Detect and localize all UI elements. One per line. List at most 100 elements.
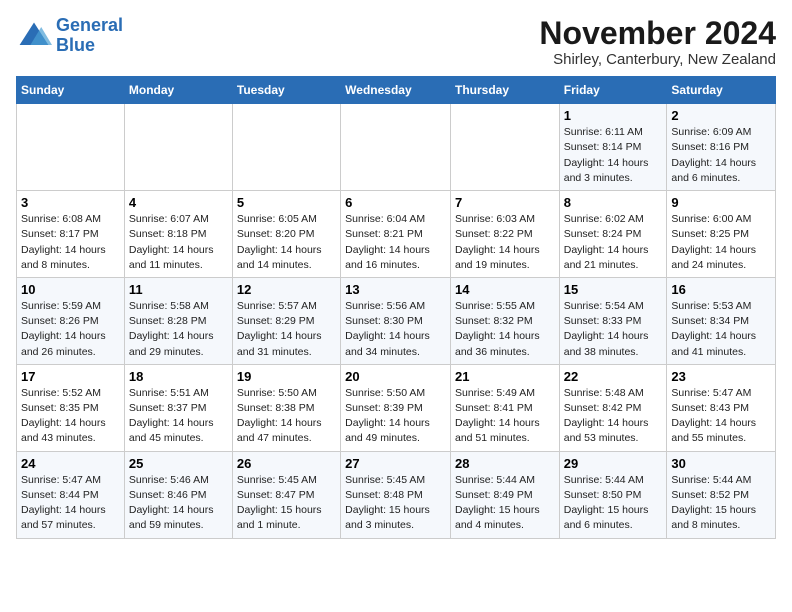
day-cell: 15 Sunrise: 5:54 AM Sunset: 8:33 PM Dayli… <box>559 277 667 364</box>
calendar-header: SundayMondayTuesdayWednesdayThursdayFrid… <box>17 77 776 104</box>
week-row-3: 10 Sunrise: 5:59 AM Sunset: 8:26 PM Dayli… <box>17 277 776 364</box>
day-number: 3 <box>21 195 120 210</box>
day-cell: 21 Sunrise: 5:49 AM Sunset: 8:41 PM Dayli… <box>450 364 559 451</box>
header-cell-friday: Friday <box>559 77 667 104</box>
day-info: Sunrise: 5:48 AM Sunset: 8:42 PM Dayligh… <box>564 386 663 447</box>
day-info: Sunrise: 6:11 AM Sunset: 8:14 PM Dayligh… <box>564 125 663 186</box>
day-number: 2 <box>671 108 771 123</box>
header-cell-thursday: Thursday <box>450 77 559 104</box>
header-row: SundayMondayTuesdayWednesdayThursdayFrid… <box>17 77 776 104</box>
day-number: 16 <box>671 282 771 297</box>
day-cell <box>232 104 340 191</box>
week-row-5: 24 Sunrise: 5:47 AM Sunset: 8:44 PM Dayli… <box>17 451 776 538</box>
title-block: November 2024 Shirley, Canterbury, New Z… <box>539 16 776 68</box>
day-cell: 5 Sunrise: 6:05 AM Sunset: 8:20 PM Daylig… <box>232 191 340 278</box>
day-info: Sunrise: 5:50 AM Sunset: 8:39 PM Dayligh… <box>345 386 446 447</box>
day-cell: 3 Sunrise: 6:08 AM Sunset: 8:17 PM Daylig… <box>17 191 125 278</box>
day-number: 9 <box>671 195 771 210</box>
main-title: November 2024 <box>539 16 776 51</box>
day-info: Sunrise: 5:50 AM Sunset: 8:38 PM Dayligh… <box>237 386 336 447</box>
day-number: 12 <box>237 282 336 297</box>
day-number: 24 <box>21 456 120 471</box>
day-info: Sunrise: 5:47 AM Sunset: 8:43 PM Dayligh… <box>671 386 771 447</box>
day-info: Sunrise: 5:58 AM Sunset: 8:28 PM Dayligh… <box>129 299 228 360</box>
day-cell <box>341 104 451 191</box>
day-info: Sunrise: 5:45 AM Sunset: 8:47 PM Dayligh… <box>237 473 336 534</box>
day-cell: 1Sunrise: 6:11 AM Sunset: 8:14 PM Daylig… <box>559 104 667 191</box>
day-number: 11 <box>129 282 228 297</box>
day-info: Sunrise: 6:07 AM Sunset: 8:18 PM Dayligh… <box>129 212 228 273</box>
day-info: Sunrise: 6:05 AM Sunset: 8:20 PM Dayligh… <box>237 212 336 273</box>
day-number: 7 <box>455 195 555 210</box>
day-cell: 2 Sunrise: 6:09 AM Sunset: 8:16 PM Daylig… <box>667 104 776 191</box>
day-cell: 13 Sunrise: 5:56 AM Sunset: 8:30 PM Dayli… <box>341 277 451 364</box>
day-number: 13 <box>345 282 446 297</box>
header-cell-tuesday: Tuesday <box>232 77 340 104</box>
day-number: 5 <box>237 195 336 210</box>
calendar-body: 1Sunrise: 6:11 AM Sunset: 8:14 PM Daylig… <box>17 104 776 538</box>
day-number: 15 <box>564 282 663 297</box>
day-info: Sunrise: 5:46 AM Sunset: 8:46 PM Dayligh… <box>129 473 228 534</box>
day-info: Sunrise: 5:57 AM Sunset: 8:29 PM Dayligh… <box>237 299 336 360</box>
day-info: Sunrise: 6:08 AM Sunset: 8:17 PM Dayligh… <box>21 212 120 273</box>
day-info: Sunrise: 5:45 AM Sunset: 8:48 PM Dayligh… <box>345 473 446 534</box>
day-number: 30 <box>671 456 771 471</box>
day-cell: 19 Sunrise: 5:50 AM Sunset: 8:38 PM Dayli… <box>232 364 340 451</box>
day-cell: 14 Sunrise: 5:55 AM Sunset: 8:32 PM Dayli… <box>450 277 559 364</box>
day-cell: 11 Sunrise: 5:58 AM Sunset: 8:28 PM Dayli… <box>124 277 232 364</box>
header-cell-monday: Monday <box>124 77 232 104</box>
day-info: Sunrise: 5:59 AM Sunset: 8:26 PM Dayligh… <box>21 299 120 360</box>
logo-line2: Blue <box>56 35 95 55</box>
day-info: Sunrise: 5:53 AM Sunset: 8:34 PM Dayligh… <box>671 299 771 360</box>
day-number: 22 <box>564 369 663 384</box>
day-cell: 7 Sunrise: 6:03 AM Sunset: 8:22 PM Daylig… <box>450 191 559 278</box>
day-info: Sunrise: 5:51 AM Sunset: 8:37 PM Dayligh… <box>129 386 228 447</box>
day-info: Sunrise: 5:55 AM Sunset: 8:32 PM Dayligh… <box>455 299 555 360</box>
day-number: 4 <box>129 195 228 210</box>
day-cell: 6Sunrise: 6:04 AM Sunset: 8:21 PM Daylig… <box>341 191 451 278</box>
day-cell: 8 Sunrise: 6:02 AM Sunset: 8:24 PM Daylig… <box>559 191 667 278</box>
day-info: Sunrise: 6:00 AM Sunset: 8:25 PM Dayligh… <box>671 212 771 273</box>
calendar-table: SundayMondayTuesdayWednesdayThursdayFrid… <box>16 76 776 538</box>
day-info: Sunrise: 6:09 AM Sunset: 8:16 PM Dayligh… <box>671 125 771 186</box>
day-info: Sunrise: 5:52 AM Sunset: 8:35 PM Dayligh… <box>21 386 120 447</box>
day-cell: 24 Sunrise: 5:47 AM Sunset: 8:44 PM Dayli… <box>17 451 125 538</box>
day-cell: 25Sunrise: 5:46 AM Sunset: 8:46 PM Dayli… <box>124 451 232 538</box>
day-info: Sunrise: 5:56 AM Sunset: 8:30 PM Dayligh… <box>345 299 446 360</box>
day-cell: 28 Sunrise: 5:44 AM Sunset: 8:49 PM Dayli… <box>450 451 559 538</box>
day-cell: 27Sunrise: 5:45 AM Sunset: 8:48 PM Dayli… <box>341 451 451 538</box>
day-cell: 20 Sunrise: 5:50 AM Sunset: 8:39 PM Dayli… <box>341 364 451 451</box>
day-cell: 18 Sunrise: 5:51 AM Sunset: 8:37 PM Dayli… <box>124 364 232 451</box>
day-cell: 12 Sunrise: 5:57 AM Sunset: 8:29 PM Dayli… <box>232 277 340 364</box>
day-cell: 30Sunrise: 5:44 AM Sunset: 8:52 PM Dayli… <box>667 451 776 538</box>
day-info: Sunrise: 6:03 AM Sunset: 8:22 PM Dayligh… <box>455 212 555 273</box>
day-number: 28 <box>455 456 555 471</box>
day-number: 10 <box>21 282 120 297</box>
day-info: Sunrise: 5:49 AM Sunset: 8:41 PM Dayligh… <box>455 386 555 447</box>
day-number: 19 <box>237 369 336 384</box>
header-cell-sunday: Sunday <box>17 77 125 104</box>
day-number: 8 <box>564 195 663 210</box>
day-number: 21 <box>455 369 555 384</box>
day-number: 29 <box>564 456 663 471</box>
day-cell: 10 Sunrise: 5:59 AM Sunset: 8:26 PM Dayli… <box>17 277 125 364</box>
day-number: 23 <box>671 369 771 384</box>
day-number: 17 <box>21 369 120 384</box>
day-cell: 9 Sunrise: 6:00 AM Sunset: 8:25 PM Daylig… <box>667 191 776 278</box>
day-number: 20 <box>345 369 446 384</box>
header-cell-wednesday: Wednesday <box>341 77 451 104</box>
day-cell: 4 Sunrise: 6:07 AM Sunset: 8:18 PM Daylig… <box>124 191 232 278</box>
day-number: 26 <box>237 456 336 471</box>
day-info: Sunrise: 5:47 AM Sunset: 8:44 PM Dayligh… <box>21 473 120 534</box>
day-cell: 17 Sunrise: 5:52 AM Sunset: 8:35 PM Dayli… <box>17 364 125 451</box>
day-info: Sunrise: 5:54 AM Sunset: 8:33 PM Dayligh… <box>564 299 663 360</box>
day-number: 18 <box>129 369 228 384</box>
day-info: Sunrise: 6:02 AM Sunset: 8:24 PM Dayligh… <box>564 212 663 273</box>
logo: General Blue <box>16 16 123 56</box>
day-cell <box>450 104 559 191</box>
day-cell: 22 Sunrise: 5:48 AM Sunset: 8:42 PM Dayli… <box>559 364 667 451</box>
day-cell: 26 Sunrise: 5:45 AM Sunset: 8:47 PM Dayli… <box>232 451 340 538</box>
day-info: Sunrise: 5:44 AM Sunset: 8:49 PM Dayligh… <box>455 473 555 534</box>
day-cell: 16 Sunrise: 5:53 AM Sunset: 8:34 PM Dayli… <box>667 277 776 364</box>
day-number: 14 <box>455 282 555 297</box>
